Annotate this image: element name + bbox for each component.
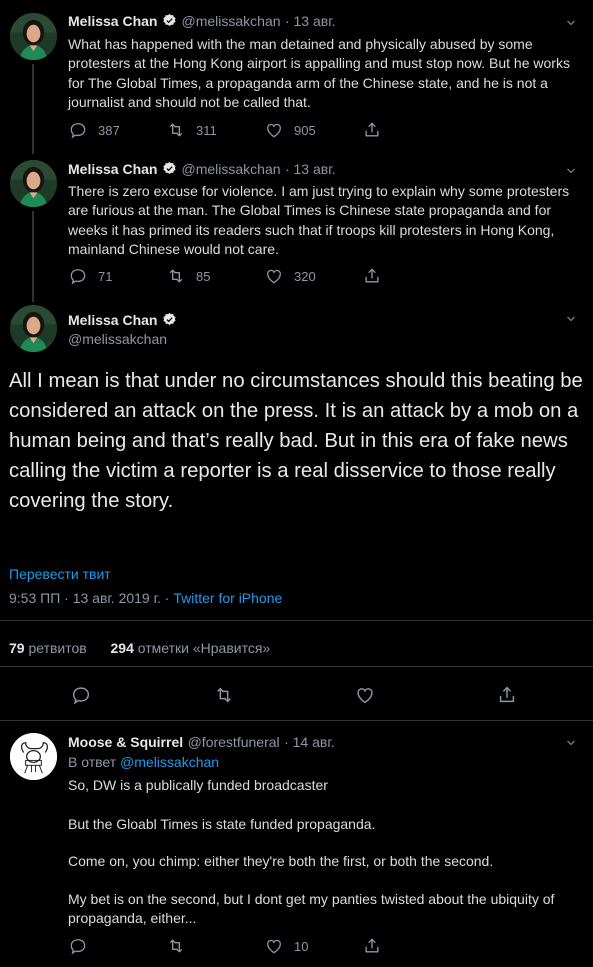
retweet-count: 85	[196, 268, 211, 284]
engagement-stats: 79 ретвитов 294 отметки «Нравится»	[9, 640, 270, 656]
tweet-date[interactable]: · 14 авг.	[284, 734, 335, 750]
like-label[interactable]: отметки «Нравится»	[138, 640, 270, 656]
avatar-image-icon	[10, 13, 57, 60]
avatar[interactable]	[10, 305, 57, 352]
reply-prefix: В ответ	[68, 754, 117, 770]
share-button[interactable]	[362, 936, 460, 956]
divider	[0, 666, 593, 667]
user-name[interactable]: Moose & Squirrel	[68, 734, 183, 750]
focused-actions	[0, 684, 593, 708]
reply-to-handle[interactable]: @melissakchan	[120, 754, 219, 770]
tweet-text: What has happened with the man detained …	[68, 36, 570, 111]
retweet-total[interactable]: 79	[9, 640, 25, 656]
like-button[interactable]: 320	[264, 266, 362, 286]
like-icon[interactable]	[354, 684, 376, 706]
tweet-text: There is zero excuse for violence. I am …	[68, 183, 570, 258]
reply-p4: My bet is on the second, but I dont get …	[68, 891, 555, 927]
reply-p2: But the Gloabl Times is state funded pro…	[68, 816, 376, 832]
reply-button[interactable]: 387	[68, 120, 166, 140]
reply-count: 387	[98, 122, 120, 138]
chevron-down-icon[interactable]	[565, 737, 577, 749]
retweet-button[interactable]: 311	[166, 120, 264, 140]
reply-context: В ответ @melissakchan	[68, 754, 219, 770]
tweet-text: All I mean is that under no circumstance…	[9, 370, 583, 512]
retweet-button[interactable]	[166, 936, 264, 956]
chevron-down-icon[interactable]	[565, 165, 577, 177]
like-icon	[264, 120, 284, 140]
verified-icon	[162, 161, 177, 176]
user-name[interactable]: Melissa Chan	[68, 312, 157, 328]
tweet-actions: 71 85 320	[68, 266, 460, 286]
retweet-icon	[166, 266, 186, 286]
share-icon	[362, 936, 382, 956]
like-icon	[264, 266, 284, 286]
tweet-header: Melissa Chan	[68, 312, 181, 330]
tweet-timestamp[interactable]: 9:53 ПП · 13 авг. 2019 г. ·	[9, 590, 169, 606]
like-count: 10	[294, 938, 309, 954]
user-handle[interactable]: @melissakchan	[68, 331, 167, 347]
reply-count: 71	[98, 268, 113, 284]
reply-icon	[68, 936, 88, 956]
thread-line	[32, 211, 34, 302]
divider	[0, 620, 593, 621]
moose-squirrel-avatar-icon	[10, 733, 57, 780]
share-icon	[362, 120, 382, 140]
focused-tweet: Melissa Chan @melissakchan All I mean is…	[0, 302, 593, 720]
chevron-down-icon[interactable]	[565, 17, 577, 29]
share-button[interactable]	[362, 266, 460, 286]
tweet-source[interactable]: Twitter for iPhone	[173, 590, 282, 606]
reply-p1: So, DW is a publically funded broadcaste…	[68, 777, 328, 793]
reply-icon	[68, 266, 88, 286]
retweet-icon	[166, 936, 186, 956]
thread-line	[32, 64, 34, 154]
user-name[interactable]: Melissa Chan	[68, 13, 157, 29]
tweet-2[interactable]: Melissa Chan @melissakchan · 13 авг. Ther…	[0, 155, 593, 302]
avatar[interactable]	[10, 160, 57, 207]
tweet-header: Melissa Chan @melissakchan · 13 авг.	[68, 13, 336, 31]
tweet-header: Moose & Squirrel @forestfuneral · 14 авг…	[68, 734, 335, 752]
like-count: 905	[294, 122, 316, 138]
tweet-actions: 387 311 905	[68, 120, 460, 140]
translate-link[interactable]: Перевести твит	[9, 566, 111, 582]
like-button[interactable]: 10	[264, 936, 362, 956]
retweet-count: 311	[196, 122, 217, 138]
avatar[interactable]	[10, 733, 57, 780]
user-handle[interactable]: @forestfuneral	[188, 734, 280, 750]
avatar-image-icon	[10, 305, 57, 352]
tweet-date[interactable]: · 13 авг.	[285, 161, 336, 177]
avatar[interactable]	[10, 13, 57, 60]
user-handle[interactable]: @melissakchan	[181, 13, 280, 29]
like-count: 320	[294, 268, 316, 284]
avatar-image-icon	[10, 160, 57, 207]
share-button[interactable]	[362, 120, 460, 140]
reply-button[interactable]: 71	[68, 266, 166, 286]
tweet-date[interactable]: · 13 авг.	[285, 13, 336, 29]
retweet-icon	[166, 120, 186, 140]
reply-p3: Come on, you chimp: either they're both …	[68, 853, 494, 869]
tweet-header: Melissa Chan @melissakchan · 13 авг.	[68, 161, 336, 179]
like-total[interactable]: 294	[111, 640, 134, 656]
reply-icon	[68, 120, 88, 140]
chevron-down-icon[interactable]	[565, 313, 577, 325]
reply-icon[interactable]	[70, 684, 92, 706]
verified-icon	[162, 312, 177, 327]
tweet-actions: 10	[68, 936, 460, 956]
verified-icon	[162, 13, 177, 28]
tweet-1[interactable]: Melissa Chan @melissakchan · 13 авг. What…	[0, 0, 593, 155]
retweet-icon[interactable]	[213, 684, 235, 706]
like-button[interactable]: 905	[264, 120, 362, 140]
reply-tweet[interactable]: Moose & Squirrel @forestfuneral · 14 авг…	[0, 721, 593, 967]
tweet-meta: 9:53 ПП · 13 авг. 2019 г. · Twitter for …	[9, 590, 282, 606]
share-icon[interactable]	[496, 684, 518, 706]
like-icon	[264, 936, 284, 956]
user-handle[interactable]: @melissakchan	[181, 161, 280, 177]
user-name[interactable]: Melissa Chan	[68, 161, 157, 177]
share-icon	[362, 266, 382, 286]
reply-button[interactable]	[68, 936, 166, 956]
retweet-label[interactable]: ретвитов	[28, 640, 86, 656]
retweet-button[interactable]: 85	[166, 266, 264, 286]
